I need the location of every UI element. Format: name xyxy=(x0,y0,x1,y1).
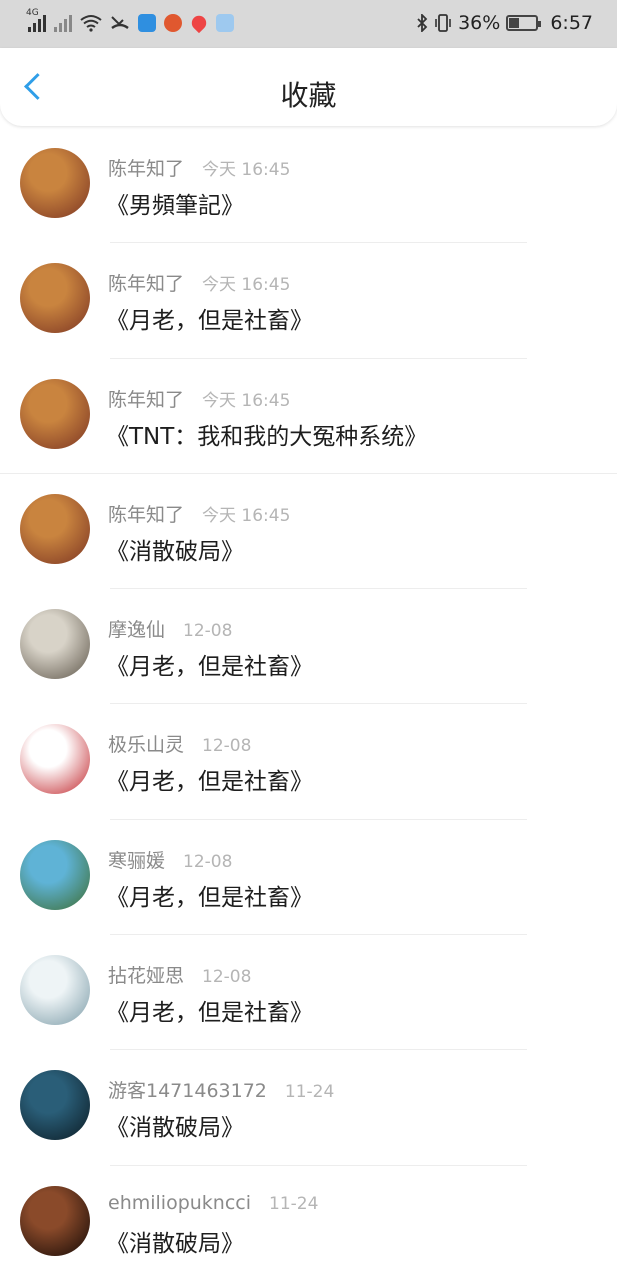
list-item[interactable]: 寒骊媛 12-08 《月老，但是社畜》 xyxy=(0,820,617,936)
list-item[interactable]: 陈年知了 今天 16:45 《月老，但是社畜》 xyxy=(0,243,617,359)
missed-call-icon xyxy=(111,16,129,29)
book-title-link[interactable]: 《消散破局》 xyxy=(106,532,244,566)
username[interactable]: 摩逸仙 xyxy=(108,615,165,642)
username[interactable]: 陈年知了 xyxy=(108,385,184,412)
battery-icon xyxy=(506,15,542,31)
item-meta: 游客1471463172 11-24 xyxy=(108,1076,335,1103)
list-item[interactable]: 拈花娅思 12-08 《月老，但是社畜》 xyxy=(0,935,617,1051)
timestamp: 今天 16:45 xyxy=(202,390,291,411)
list-item[interactable]: 极乐山灵 12-08 《月老，但是社畜》 xyxy=(0,704,617,820)
page-title: 收藏 xyxy=(280,79,337,112)
avatar[interactable] xyxy=(20,839,90,910)
list-item[interactable]: 陈年知了 今天 16:45 《男頻筆記》 xyxy=(0,128,617,244)
book-title-link[interactable]: 《月老，但是社畜》 xyxy=(106,762,313,796)
item-meta: 拈花娅思 12-08 xyxy=(108,961,252,988)
battery-percent: 36% xyxy=(458,12,501,34)
book-title-link[interactable]: 《月老，但是社畜》 xyxy=(106,647,313,681)
username[interactable]: 陈年知了 xyxy=(108,269,184,296)
book-title-link[interactable]: 《消散破局》 xyxy=(106,1108,244,1142)
timestamp: 今天 16:45 xyxy=(202,160,291,180)
avatar[interactable] xyxy=(20,148,90,218)
book-title-link[interactable]: 《消散破局》 xyxy=(106,1224,244,1258)
book-title-link[interactable]: 《月老，但是社畜》 xyxy=(106,878,313,912)
timestamp: 12-08 xyxy=(202,967,252,988)
shield-app-icon xyxy=(138,14,156,32)
list-item[interactable]: 摩逸仙 12-08 《月老，但是社畜》 xyxy=(0,589,617,705)
item-meta: 摩逸仙 12-08 xyxy=(108,615,233,642)
list-item[interactable]: ehmiliopukncci 11-24 《消散破局》 xyxy=(0,1166,617,1280)
vibrate-icon xyxy=(435,14,451,32)
favorites-list: 陈年知了 今天 16:45 《男頻筆記》 陈年知了 今天 16:45 《月老，但是社畜》陈… xyxy=(0,128,617,1280)
status-bar: 4G 36% 6:57 xyxy=(0,0,617,48)
username[interactable]: 陈年知了 xyxy=(108,154,184,181)
book-title-link[interactable]: 《TNT：我和我的大冤种系统》 xyxy=(106,417,427,451)
item-meta: 极乐山灵 12-08 xyxy=(108,730,252,757)
timestamp: 11-24 xyxy=(284,1082,335,1103)
bot-app-icon xyxy=(216,14,234,32)
avatar[interactable] xyxy=(20,955,90,1026)
book-title-link[interactable]: 《男頻筆記》 xyxy=(106,186,244,220)
item-meta: 寒骊媛 12-08 xyxy=(108,846,233,873)
timestamp: 11-24 xyxy=(269,1193,319,1214)
book-title-link[interactable]: 《月老，但是社畜》 xyxy=(106,993,313,1027)
bluetooth-icon xyxy=(417,14,428,32)
map-app-icon xyxy=(188,12,210,34)
avatar[interactable] xyxy=(20,724,90,795)
wifi-icon xyxy=(80,15,102,32)
list-item[interactable]: 陈年知了 今天 16:45 《消散破局》 xyxy=(0,474,617,590)
avatar[interactable] xyxy=(20,493,90,564)
avatar[interactable] xyxy=(20,1070,90,1141)
list-item[interactable]: 游客1471463172 11-24 《消散破局》 xyxy=(0,1050,617,1166)
signal-icon-2 xyxy=(54,14,72,32)
item-meta: 陈年知了 今天 16:45 xyxy=(108,154,291,181)
item-meta: 陈年知了 今天 16:45 xyxy=(108,385,291,412)
username[interactable]: ehmiliopukncci xyxy=(108,1192,251,1214)
app-header: 收藏 xyxy=(0,48,617,126)
avatar[interactable] xyxy=(20,378,90,449)
game-app-icon xyxy=(164,14,182,32)
item-meta: ehmiliopukncci 11-24 xyxy=(108,1192,318,1216)
book-title-link[interactable]: 《月老，但是社畜》 xyxy=(106,301,313,335)
username[interactable]: 拈花娅思 xyxy=(108,961,184,988)
username[interactable]: 游客1471463172 xyxy=(108,1076,267,1103)
username[interactable]: 寒骊媛 xyxy=(108,846,165,873)
avatar[interactable] xyxy=(20,263,90,334)
status-icons-left: 4G xyxy=(26,8,234,36)
username[interactable]: 陈年知了 xyxy=(108,500,184,527)
timestamp: 12-08 xyxy=(183,851,233,872)
avatar[interactable] xyxy=(20,609,90,680)
status-icons-right: 36% 6:57 xyxy=(416,10,593,36)
clock: 6:57 xyxy=(550,12,593,34)
avatar[interactable] xyxy=(20,1185,90,1256)
list-item[interactable]: 陈年知了 今天 16:45 《TNT：我和我的大冤种系统》 xyxy=(0,359,617,474)
signal-icon: 4G xyxy=(26,8,46,32)
username[interactable]: 极乐山灵 xyxy=(108,730,184,757)
timestamp: 今天 16:45 xyxy=(202,505,291,526)
timestamp: 12-08 xyxy=(202,736,252,757)
item-meta: 陈年知了 今天 16:45 xyxy=(108,269,291,296)
item-meta: 陈年知了 今天 16:45 xyxy=(108,500,291,527)
timestamp: 今天 16:45 xyxy=(202,275,291,296)
timestamp: 12-08 xyxy=(183,621,233,642)
